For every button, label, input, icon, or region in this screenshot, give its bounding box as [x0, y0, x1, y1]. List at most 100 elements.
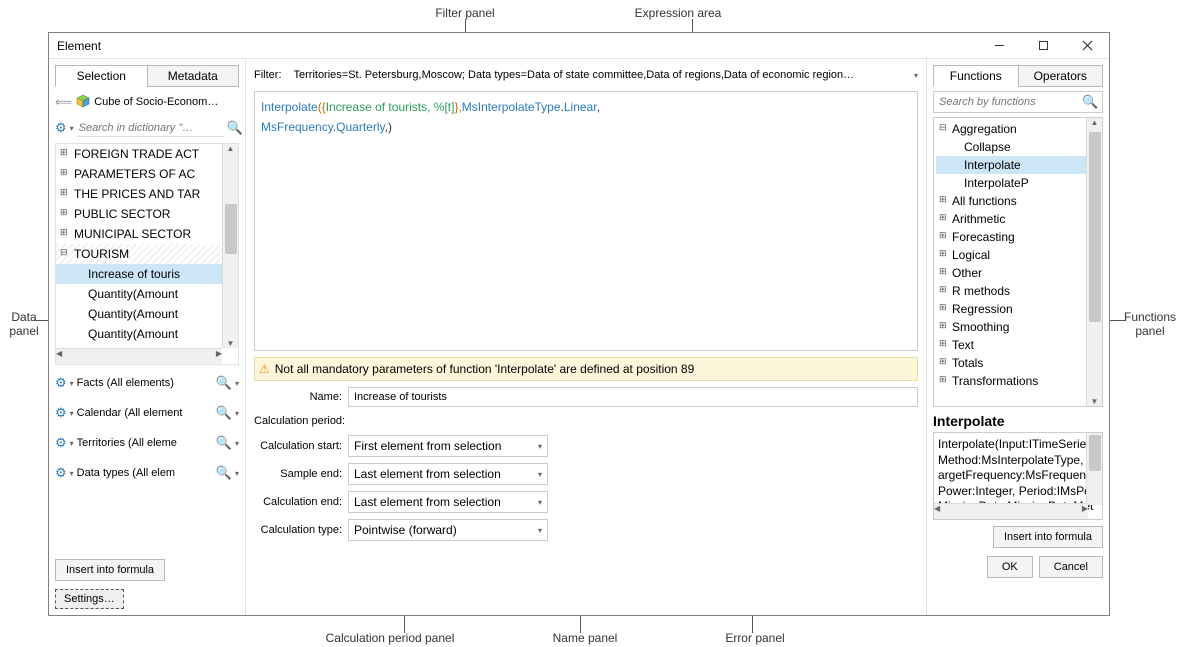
tree-item[interactable]: Quantity(Amount — [56, 304, 238, 324]
tree-item-selected[interactable]: Increase of touris — [56, 264, 238, 284]
tree-item[interactable]: FOREIGN TRADE ACT — [56, 144, 238, 164]
tree-item[interactable]: MUNICIPAL SECTOR — [56, 224, 238, 244]
gear-icon[interactable]: ⚙ — [55, 465, 67, 481]
dim-calendar[interactable]: ⚙▾Calendar (All element🔍▾ — [55, 401, 239, 425]
main-panel: Filter: Territories=St. Petersburg,Mosco… — [246, 59, 926, 615]
dim-datatypes[interactable]: ⚙▾Data types (All elem🔍▾ — [55, 461, 239, 485]
fn-category[interactable]: All functions — [936, 192, 1100, 210]
fn-category-aggregation[interactable]: Aggregation — [936, 120, 1100, 138]
chevron-down-icon[interactable]: ▾ — [235, 379, 239, 388]
callout-calc-period-panel: Calculation period panel — [320, 631, 460, 645]
fn-item[interactable]: Collapse — [936, 138, 1100, 156]
data-panel: Selection Metadata ⟸ Cube of Socio-Econo… — [49, 59, 246, 615]
filter-label: Filter: — [254, 69, 282, 81]
settings-button[interactable]: Settings… — [55, 589, 124, 609]
fn-category[interactable]: Text — [936, 336, 1100, 354]
tree-scrollbar-horizontal[interactable]: ◀▶ — [56, 348, 222, 364]
window: Element Selection Metadata ⟸ Cube of Soc… — [48, 32, 1110, 616]
gear-icon[interactable]: ⚙ — [55, 405, 67, 421]
tree-item-tourism[interactable]: TOURISM — [56, 244, 238, 264]
function-description: Interpolate(Input:ITimeSeries, Method:Ms… — [933, 432, 1103, 520]
fn-category[interactable]: Forecasting — [936, 228, 1100, 246]
tree-item[interactable]: Quantity(Amount — [56, 324, 238, 344]
fn-category[interactable]: Smoothing — [936, 318, 1100, 336]
tree-item[interactable]: THE PRICES AND TAR — [56, 184, 238, 204]
search-icon[interactable]: 🔍 — [216, 435, 232, 451]
dim-facts[interactable]: ⚙▾Facts (All elements)🔍▾ — [55, 371, 239, 395]
tab-functions[interactable]: Functions — [933, 65, 1019, 87]
calc-type-label: Calculation type: — [254, 524, 342, 536]
dictionary-tree[interactable]: FOREIGN TRADE ACT PARAMETERS OF AC THE P… — [55, 143, 239, 365]
search-icon[interactable]: 🔍 — [227, 120, 243, 136]
chevron-down-icon[interactable]: ▾ — [70, 439, 74, 448]
gear-icon[interactable]: ⚙ — [55, 120, 67, 136]
expression-editor[interactable]: Interpolate({Increase of tourists, %[t]}… — [254, 91, 918, 351]
fn-category[interactable]: Transformations — [936, 372, 1100, 390]
insert-into-formula-button[interactable]: Insert into formula — [55, 559, 165, 581]
chevron-down-icon[interactable]: ▾ — [235, 469, 239, 478]
calc-type-select[interactable]: Pointwise (forward)▾ — [348, 519, 548, 541]
fn-category[interactable]: R methods — [936, 282, 1100, 300]
tree-scrollbar-vertical[interactable]: ▲▼ — [222, 144, 238, 348]
fn-scrollbar-vertical[interactable]: ▲▼ — [1086, 118, 1102, 406]
chevron-down-icon[interactable]: ▾ — [70, 409, 74, 418]
tab-selection[interactable]: Selection — [55, 65, 148, 87]
function-search[interactable]: 🔍 — [933, 91, 1103, 113]
cancel-button[interactable]: Cancel — [1039, 556, 1103, 578]
window-title: Element — [57, 39, 101, 53]
fn-category[interactable]: Logical — [936, 246, 1100, 264]
calc-end-label: Calculation end: — [254, 496, 342, 508]
fn-item[interactable]: InterpolateP — [936, 174, 1100, 192]
search-icon[interactable]: 🔍 — [1082, 94, 1098, 110]
search-icon[interactable]: 🔍 — [216, 375, 232, 391]
error-panel: ⚠ Not all mandatory parameters of functi… — [254, 357, 918, 381]
tab-metadata[interactable]: Metadata — [147, 65, 240, 87]
tree-item[interactable]: PUBLIC SECTOR — [56, 204, 238, 224]
tree-item[interactable]: PARAMETERS OF AC — [56, 164, 238, 184]
desc-scrollbar-h[interactable]: ◀▶ — [934, 503, 1088, 519]
function-tree[interactable]: Aggregation Collapse Interpolate Interpo… — [933, 117, 1103, 407]
cube-icon — [76, 94, 90, 111]
callout-data-panel: Data panel — [4, 310, 44, 338]
fn-category[interactable]: Arithmetic — [936, 210, 1100, 228]
name-label: Name: — [254, 391, 342, 403]
dim-territories[interactable]: ⚙▾Territories (All eleme🔍▾ — [55, 431, 239, 455]
chevron-down-icon[interactable]: ▾ — [235, 409, 239, 418]
function-search-input[interactable] — [939, 96, 1082, 108]
minimize-button[interactable] — [977, 33, 1021, 59]
callout-name-panel: Name panel — [545, 631, 625, 645]
chevron-down-icon[interactable]: ▾ — [70, 469, 74, 478]
breadcrumb[interactable]: Cube of Socio-Econom… — [94, 96, 239, 108]
tree-item[interactable]: Quantity(Amount — [56, 284, 238, 304]
close-button[interactable] — [1065, 33, 1109, 59]
gear-icon[interactable]: ⚙ — [55, 435, 67, 451]
sample-end-label: Sample end: — [254, 468, 342, 480]
callout-functions-panel: Functions panel — [1122, 310, 1178, 338]
chevron-down-icon[interactable]: ▾ — [70, 124, 74, 133]
chevron-down-icon[interactable]: ▾ — [235, 439, 239, 448]
calc-start-label: Calculation start: — [254, 440, 342, 452]
callout-error-panel: Error panel — [720, 631, 790, 645]
chevron-down-icon[interactable]: ▾ — [914, 71, 918, 80]
name-field[interactable] — [348, 387, 918, 407]
fn-insert-button[interactable]: Insert into formula — [993, 526, 1103, 548]
calc-start-select[interactable]: First element from selection▾ — [348, 435, 548, 457]
fn-category[interactable]: Other — [936, 264, 1100, 282]
gear-icon[interactable]: ⚙ — [55, 375, 67, 391]
ok-button[interactable]: OK — [987, 556, 1033, 578]
titlebar: Element — [49, 33, 1109, 59]
search-icon[interactable]: 🔍 — [216, 405, 232, 421]
fn-item-selected[interactable]: Interpolate — [936, 156, 1100, 174]
dictionary-search-input[interactable] — [77, 120, 224, 137]
sample-end-select[interactable]: Last element from selection▾ — [348, 463, 548, 485]
back-icon[interactable]: ⟸ — [55, 95, 72, 109]
chevron-down-icon[interactable]: ▾ — [70, 379, 74, 388]
search-icon[interactable]: 🔍 — [216, 465, 232, 481]
fn-category[interactable]: Totals — [936, 354, 1100, 372]
maximize-button[interactable] — [1021, 33, 1065, 59]
desc-scrollbar[interactable] — [1086, 433, 1102, 505]
warning-icon: ⚠ — [259, 362, 270, 376]
fn-category[interactable]: Regression — [936, 300, 1100, 318]
calc-end-select[interactable]: Last element from selection▾ — [348, 491, 548, 513]
tab-operators[interactable]: Operators — [1018, 65, 1104, 87]
